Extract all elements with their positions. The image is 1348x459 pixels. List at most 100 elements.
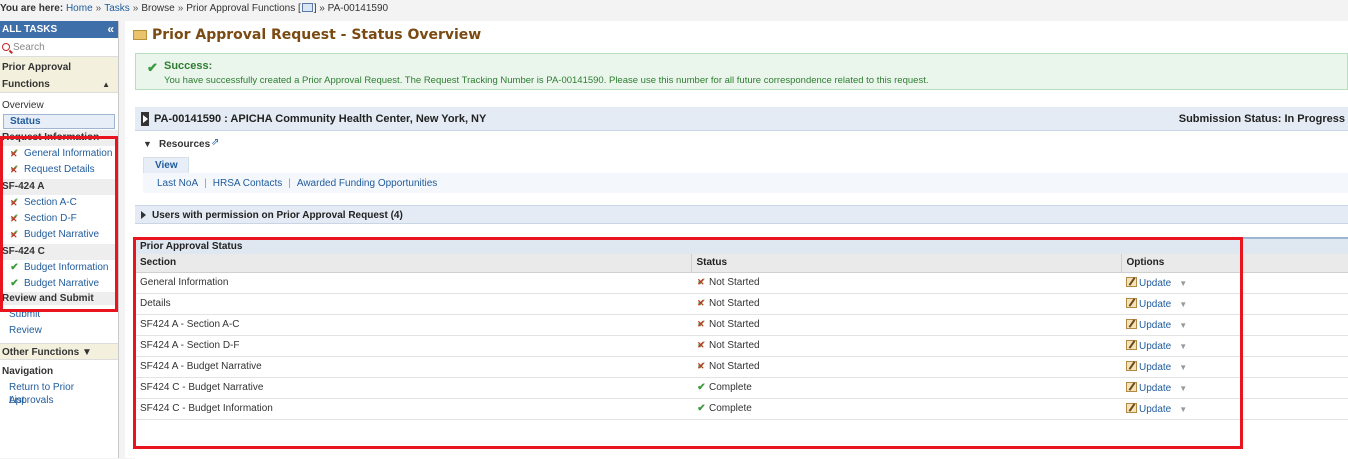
breadcrumb-label: You are here: — [0, 3, 64, 14]
sidebar-item-label[interactable]: Budget Narrative — [24, 278, 99, 289]
status-text: Complete — [709, 403, 752, 414]
search-icon — [2, 43, 10, 51]
dropdown-arrow-icon[interactable]: ▼ — [1179, 300, 1187, 309]
breadcrumb-functions: Prior Approval Functions [ — [186, 3, 301, 14]
section-cell: SF424 C - Budget Narrative — [135, 377, 691, 399]
tab-view[interactable]: View — [143, 157, 189, 173]
sidebar-item-label[interactable]: Request Details — [24, 164, 95, 175]
request-header: PA-00141590 : APICHA Community Health Ce… — [135, 107, 1348, 131]
dropdown-arrow-icon[interactable]: ▼ — [1179, 405, 1187, 414]
update-link[interactable]: Update — [1139, 362, 1171, 373]
sidebar-item-budget-narrative-a[interactable]: ✔ Budget Narrative — [0, 227, 118, 243]
dropdown-arrow-icon[interactable]: ▼ — [1179, 384, 1187, 393]
options-cell: Update ▼ — [1121, 398, 1348, 420]
request-title: PA-00141590 : APICHA Community Health Ce… — [154, 113, 487, 125]
sidebar-item-label[interactable]: Budget Information — [24, 262, 109, 273]
sidebar-item-review: Review — [0, 323, 118, 339]
other-functions-group[interactable]: Other Functions ▼ — [0, 343, 118, 360]
dropdown-arrow-icon[interactable]: ▼ — [1179, 279, 1187, 288]
breadcrumb: You are here: Home» Tasks» Browse» Prior Ap… — [0, 3, 389, 14]
last-noa-link[interactable]: Last NoA — [157, 178, 198, 189]
expand-toggle-icon[interactable] — [141, 112, 149, 126]
submit-link[interactable]: Submit — [9, 309, 40, 320]
update-button[interactable]: Update ▼ — [1126, 318, 1187, 331]
return-link-line2: List — [0, 394, 118, 407]
edit-icon — [1126, 276, 1137, 287]
options-cell: Update ▼ — [1121, 314, 1348, 336]
section-request-information: Request Information — [0, 130, 118, 146]
update-link[interactable]: Update — [1139, 404, 1171, 415]
return-to-prior-approvals-link-cont[interactable]: List — [9, 395, 25, 406]
sidebar-item-request-details[interactable]: ✔ Request Details — [0, 162, 118, 178]
breadcrumb-browse: Browse — [141, 3, 175, 14]
update-link[interactable]: Update — [1139, 320, 1171, 331]
breadcrumb-current: ] » PA-00141590 — [313, 3, 389, 14]
table-row: SF424 A - Budget Narrative✔Not StartedUp… — [135, 356, 1348, 378]
review-link[interactable]: Review — [9, 325, 42, 336]
other-functions-label: Other Functions — [2, 347, 80, 358]
section-cell: SF424 C - Budget Information — [135, 398, 691, 420]
status-text: Complete — [709, 382, 752, 393]
edit-icon — [1126, 297, 1137, 308]
sidebar-header: ALL TASKS « — [0, 21, 118, 38]
sidebar-item-submit: Submit — [0, 307, 118, 323]
options-cell: Update ▼ — [1121, 356, 1348, 378]
sidebar-item-general-information[interactable]: ✔ General Information — [0, 146, 118, 162]
x-check-icon: ✔ — [696, 361, 707, 372]
update-link[interactable]: Update — [1139, 278, 1171, 289]
status-text: Not Started — [709, 319, 760, 330]
update-button[interactable]: Update ▼ — [1126, 381, 1187, 394]
table-row: General Information✔Not StartedUpdate▼ — [135, 272, 1348, 294]
sidebar-item-status[interactable]: Status — [3, 114, 115, 129]
sidebar-item-section-a-c[interactable]: ✔ Section A-C — [0, 195, 118, 211]
update-button[interactable]: Update ▼ — [1126, 297, 1187, 310]
column-header-status[interactable]: Status — [691, 254, 1122, 273]
x-check-icon: ✔ — [696, 277, 707, 288]
sidebar-item-budget-information[interactable]: ✔ Budget Information — [0, 260, 118, 276]
resources-title[interactable]: Resources — [159, 139, 210, 150]
check-icon: ✔ — [147, 60, 158, 75]
update-link[interactable]: Update — [1139, 299, 1171, 310]
sidebar-item-budget-narrative-c[interactable]: ✔ Budget Narrative — [0, 276, 118, 292]
expand-arrow-icon[interactable] — [141, 211, 146, 219]
main-content: Prior Approval Request - Status Overview… — [125, 21, 1348, 459]
update-button[interactable]: Update ▼ — [1126, 339, 1187, 352]
sidebar-item-overview[interactable]: Overview — [0, 97, 118, 114]
page-title: Prior Approval Request - Status Overview — [133, 27, 481, 43]
breadcrumb-tasks[interactable]: Tasks — [104, 3, 130, 14]
sidebar-item-label[interactable]: Section A-C — [24, 197, 77, 208]
sidebar-item-label[interactable]: General Information — [24, 148, 112, 159]
dropdown-arrow-icon[interactable]: ▼ — [1179, 342, 1187, 351]
section-review-submit: Review and Submit — [0, 292, 118, 305]
page-title-text: Prior Approval Request - Status Overview — [152, 27, 482, 43]
awarded-funding-link[interactable]: Awarded Funding Opportunities — [297, 178, 437, 189]
chevron-down-icon[interactable]: ▼ — [143, 139, 152, 149]
calendar-icon[interactable] — [301, 3, 313, 12]
users-permission-panel[interactable]: Users with permission on Prior Approval … — [135, 205, 1348, 224]
update-button[interactable]: Update ▼ — [1126, 360, 1187, 373]
external-link-icon[interactable]: ⇗ — [211, 137, 219, 148]
dropdown-arrow-icon[interactable]: ▼ — [1179, 321, 1187, 330]
success-title: Success: — [164, 60, 213, 72]
collapse-icon[interactable]: « — [107, 21, 114, 38]
update-button[interactable]: Update ▼ — [1126, 402, 1187, 415]
sidebar-item-label[interactable]: Budget Narrative — [24, 229, 99, 240]
column-header-section[interactable]: Section — [135, 254, 692, 273]
breadcrumb-home[interactable]: Home — [66, 3, 93, 14]
sidebar-item-label[interactable]: Section D-F — [24, 213, 77, 224]
update-link[interactable]: Update — [1139, 341, 1171, 352]
table-row: SF424 C - Budget Information ✔ Complete Upd… — [135, 398, 1348, 420]
caret-up-icon[interactable]: ▲ — [102, 80, 110, 89]
update-button[interactable]: Update ▼ — [1126, 276, 1187, 289]
update-link[interactable]: Update — [1139, 383, 1171, 394]
search-placeholder: Search — [13, 42, 45, 53]
prior-approval-functions-group[interactable]: Prior Approval Functions ▲ — [0, 57, 118, 93]
dropdown-arrow-icon[interactable]: ▼ — [1179, 363, 1187, 372]
caret-down-icon[interactable]: ▼ — [82, 347, 92, 358]
success-message: You have successfully created a Prior Ap… — [164, 75, 929, 86]
search-input[interactable]: Search — [0, 38, 118, 57]
status-cell: ✔Not Started — [691, 293, 1121, 315]
hrsa-contacts-link[interactable]: HRSA Contacts — [213, 178, 282, 189]
status-text: Not Started — [709, 340, 760, 351]
sidebar-item-section-d-f[interactable]: ✔ Section D-F — [0, 211, 118, 227]
